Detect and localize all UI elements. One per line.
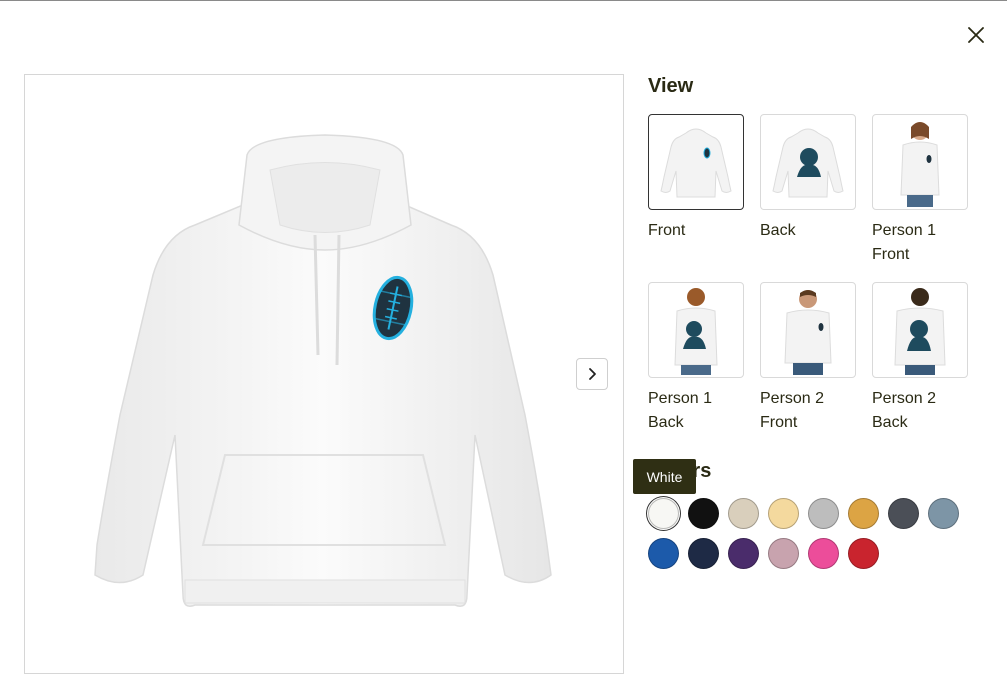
- person2-front-thumbnail: [784, 290, 832, 375]
- thumbnail-label-person2-back: Person 2 Back: [872, 390, 937, 431]
- color-swatch[interactable]: [728, 538, 759, 569]
- color-swatch[interactable]: [648, 538, 679, 569]
- thumbnail-label-person1-back: Person 1 Back: [648, 390, 713, 431]
- thumbnail-front[interactable]: [648, 114, 744, 210]
- person2-back-thumbnail: [894, 288, 946, 375]
- hoodie-back-thumbnail: [772, 128, 844, 198]
- color-swatch[interactable]: [768, 538, 799, 569]
- thumbnail-label-person1-front: Person 1 Front: [872, 222, 937, 263]
- thumbnail-person2-front[interactable]: [760, 282, 856, 378]
- thumbnail-label-front: Front: [648, 222, 686, 239]
- person1-back-thumbnail: [674, 288, 718, 375]
- color-swatch[interactable]: [808, 538, 839, 569]
- hoodie-front-thumbnail: [660, 128, 732, 198]
- color-swatch[interactable]: [928, 498, 959, 529]
- close-icon: [968, 27, 984, 43]
- color-swatch[interactable]: [768, 498, 799, 529]
- color-swatch[interactable]: [808, 498, 839, 529]
- chevron-right-icon: [589, 368, 596, 380]
- thumbnail-person2-back[interactable]: [872, 282, 968, 378]
- color-tooltip: White: [633, 459, 696, 494]
- color-swatch[interactable]: [648, 498, 679, 529]
- color-swatch[interactable]: [888, 498, 919, 529]
- product-image-modal: View Front Back Person 1 Front Person 1 …: [0, 0, 1007, 696]
- thumbnail-label-back: Back: [760, 222, 796, 239]
- thumbnail-person1-back[interactable]: [648, 282, 744, 378]
- person1-front-thumbnail: [900, 122, 940, 207]
- thumbnail-label-person2-front: Person 2 Front: [760, 390, 825, 431]
- color-swatch[interactable]: [848, 498, 879, 529]
- color-swatch[interactable]: [688, 498, 719, 529]
- color-swatch[interactable]: [728, 498, 759, 529]
- color-swatch[interactable]: [688, 538, 719, 569]
- close-button[interactable]: [962, 21, 990, 49]
- hoodie-front-image: [94, 134, 552, 607]
- thumbnail-person1-front[interactable]: [872, 114, 968, 210]
- main-product-image: [24, 74, 624, 674]
- color-swatch[interactable]: [848, 538, 879, 569]
- thumbnail-back[interactable]: [760, 114, 856, 210]
- next-image-button[interactable]: [576, 358, 608, 390]
- view-heading: View: [648, 75, 694, 97]
